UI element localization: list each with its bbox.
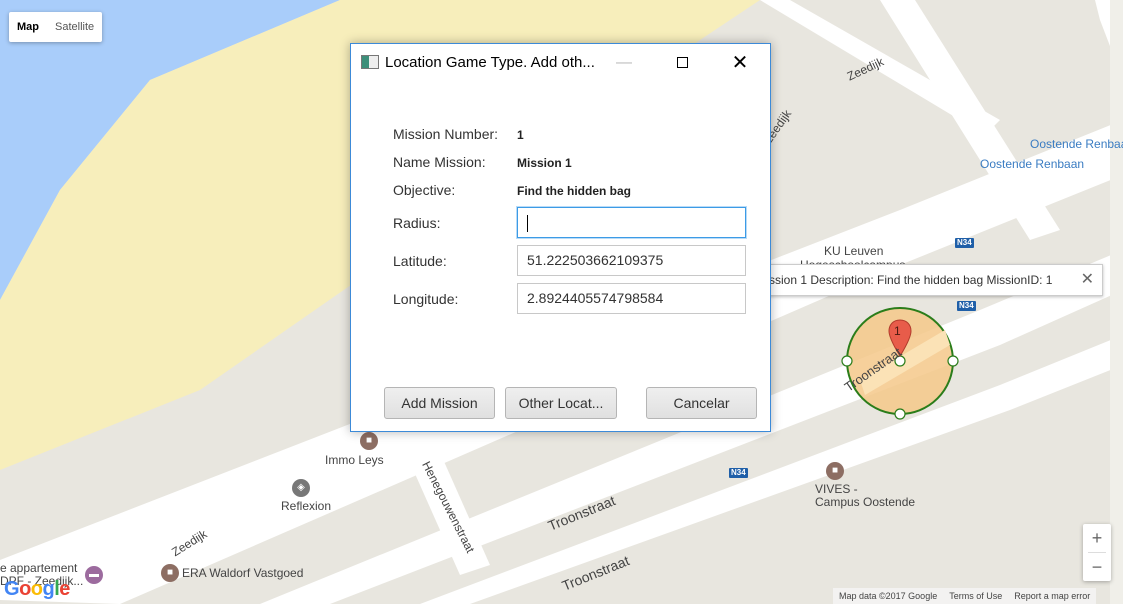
- other-location-button[interactable]: Other Locat...: [505, 387, 617, 419]
- radius-label: Radius:: [393, 215, 441, 231]
- poi-immo-leys-icon: ■: [360, 432, 378, 450]
- name-mission-label: Name Mission:: [393, 154, 486, 170]
- maximize-button[interactable]: [659, 44, 705, 82]
- add-mission-dialog: Location Game Type. Add oth... — ✕ Missi…: [350, 43, 771, 432]
- latitude-input[interactable]: 51.222503662109375: [517, 245, 746, 276]
- road-shield-n34-2: N34: [957, 301, 976, 311]
- poi-label-vives-1: VIVES -: [815, 482, 858, 496]
- latitude-label: Latitude:: [393, 253, 447, 269]
- attribution-terms-link[interactable]: Terms of Use: [949, 588, 1002, 604]
- zoom-control: + −: [1083, 524, 1111, 581]
- attribution-report-link[interactable]: Report a map error: [1014, 588, 1090, 604]
- map-type-control: Map Satellite: [9, 12, 103, 42]
- dialog-titlebar[interactable]: Location Game Type. Add oth... — ✕: [351, 44, 770, 82]
- poi-era-icon: ■: [161, 564, 179, 582]
- road-shield-n34-3: N34: [729, 468, 748, 478]
- marker-number: 1: [894, 324, 901, 338]
- zoom-out-button[interactable]: −: [1083, 553, 1111, 581]
- poi-label-reflexion: Reflexion: [281, 499, 332, 513]
- poi-label-immo-leys: Immo Leys: [325, 453, 384, 467]
- poi-label-era: ERA Waldorf Vastgoed: [182, 566, 304, 580]
- poi-label-renbaan-1: Oostende Renbaan: [1030, 137, 1123, 151]
- radius-input[interactable]: [517, 207, 746, 238]
- add-mission-button[interactable]: Add Mission: [384, 387, 495, 419]
- info-window-close-icon[interactable]: ✕: [1081, 265, 1094, 295]
- objective-label: Objective:: [393, 182, 456, 198]
- poi-label-vives-2: Campus Oostende: [815, 495, 916, 509]
- road-shield-n34-1: N34: [955, 238, 974, 248]
- poi-label-renbaan-2: Oostende Renbaan: [980, 157, 1085, 171]
- poi-hotel-icon: ▬: [85, 566, 103, 584]
- longitude-label: Longitude:: [393, 291, 459, 307]
- poi-label-ku-leuven: KU Leuven: [824, 244, 884, 258]
- google-logo: Google: [4, 578, 70, 600]
- map-type-satellite-button[interactable]: Satellite: [47, 12, 102, 42]
- objective-value: Find the hidden bag: [517, 184, 631, 198]
- mission-number-label: Mission Number:: [393, 126, 499, 142]
- zoom-in-button[interactable]: +: [1083, 524, 1111, 552]
- cancel-button[interactable]: Cancelar: [646, 387, 757, 419]
- attribution-map-data: Map data ©2017 Google: [839, 591, 938, 601]
- window-app-icon: [361, 55, 379, 69]
- text-caret: [527, 214, 528, 232]
- minimize-button[interactable]: —: [601, 44, 647, 82]
- name-mission-value: Mission 1: [517, 156, 572, 170]
- mission-number-value: 1: [517, 128, 524, 142]
- marker-info-window: ssion 1 Description: Find the hidden bag…: [760, 264, 1103, 296]
- info-window-text: ssion 1 Description: Find the hidden bag…: [769, 273, 1053, 287]
- map-attribution: Map data ©2017 Google Terms of Use Repor…: [833, 588, 1097, 604]
- poi-label-appartement-1: e appartement: [0, 561, 78, 575]
- close-button[interactable]: ✕: [717, 44, 763, 82]
- dialog-title: Location Game Type. Add oth...: [385, 54, 595, 71]
- poi-reflexion-icon: ◈: [292, 479, 310, 497]
- poi-vives-icon: ■: [826, 462, 844, 480]
- longitude-input[interactable]: 2.8924405574798584: [517, 283, 746, 314]
- map-type-map-button[interactable]: Map: [9, 12, 47, 42]
- maximize-icon: [676, 57, 688, 69]
